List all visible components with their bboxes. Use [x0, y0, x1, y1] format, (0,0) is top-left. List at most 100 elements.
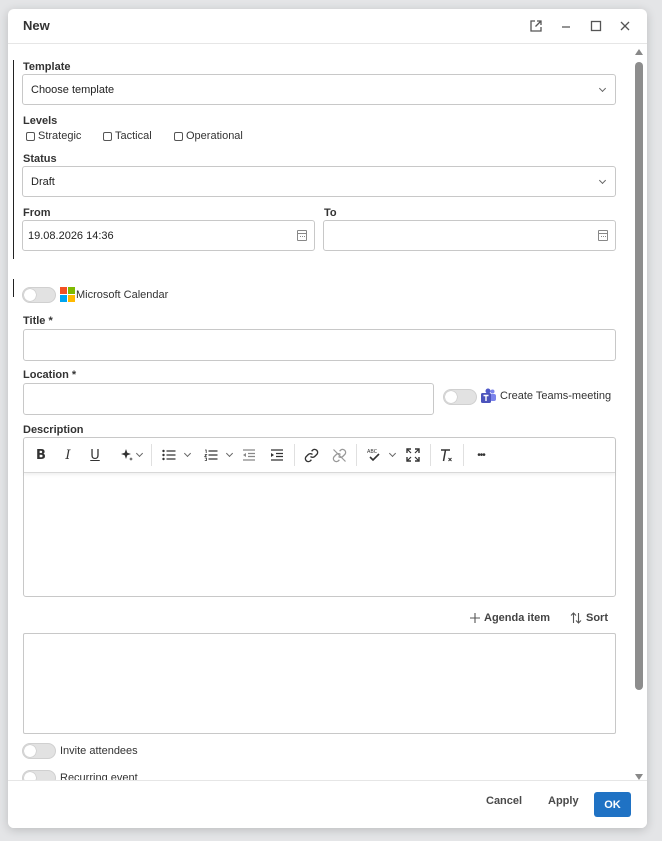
microsoft-calendar-toggle[interactable]	[22, 287, 56, 303]
sparkle-icon	[121, 449, 133, 461]
levels-label: Levels	[23, 115, 58, 127]
chevron-down-icon	[388, 449, 397, 458]
maximize-icon[interactable]	[587, 17, 605, 35]
add-agenda-item-button[interactable]: Agenda item	[470, 612, 550, 624]
chevron-down-icon	[135, 449, 144, 458]
svg-text:ABC: ABC	[367, 449, 378, 455]
unlink-icon	[332, 448, 346, 462]
calendar-icon[interactable]	[598, 230, 608, 241]
vertical-scrollbar[interactable]	[633, 47, 645, 782]
toggle-knob	[24, 772, 36, 780]
checkbox-box[interactable]	[174, 131, 183, 141]
outdent-button[interactable]	[241, 447, 257, 463]
ai-assist-button[interactable]	[118, 447, 144, 463]
bulleted-list-button[interactable]	[159, 447, 193, 463]
teams-meeting-label: Create Teams-meeting	[500, 390, 612, 402]
apply-button[interactable]: Apply	[548, 795, 579, 807]
underline-button[interactable]: U	[88, 447, 102, 463]
level-operational-checkbox[interactable]: Operational	[174, 130, 243, 142]
microsoft-logo-icon	[60, 287, 75, 302]
sort-label: Sort	[586, 612, 608, 624]
more-tools-button[interactable]: •••	[470, 447, 492, 463]
toolbar-divider	[294, 444, 295, 466]
sort-icon	[570, 612, 582, 624]
title-label: Title *	[23, 315, 53, 327]
sort-agenda-button[interactable]: Sort	[570, 612, 608, 624]
cancel-button[interactable]: Cancel	[486, 795, 522, 807]
chevron-down-icon	[183, 449, 192, 458]
editor-toolbar: B I U ABC •••	[24, 438, 615, 473]
toggle-knob	[24, 289, 36, 301]
spellcheck-button[interactable]: ABC	[364, 447, 398, 463]
spellcheck-icon: ABC	[367, 449, 380, 462]
microsoft-calendar-label: Microsoft Calendar	[76, 289, 169, 301]
invite-attendees-label: Invite attendees	[60, 745, 138, 757]
from-label: From	[23, 207, 51, 219]
bulleted-list-icon	[162, 449, 176, 461]
to-datetime-input[interactable]	[323, 220, 616, 251]
template-value: Choose template	[31, 84, 115, 96]
toolbar-divider	[430, 444, 431, 466]
calendar-icon[interactable]	[297, 230, 307, 241]
location-input[interactable]	[23, 383, 434, 415]
recurring-event-toggle[interactable]	[22, 770, 56, 780]
bold-button[interactable]: B	[34, 447, 48, 463]
indent-button[interactable]	[269, 447, 285, 463]
fullscreen-icon	[406, 448, 420, 462]
section-marker	[13, 279, 14, 297]
title-input[interactable]	[23, 329, 616, 361]
dialog-titlebar: New	[8, 9, 647, 44]
chevron-down-icon	[225, 449, 234, 458]
template-label: Template	[23, 61, 71, 73]
link-icon	[304, 448, 318, 462]
numbered-list-button[interactable]	[201, 447, 235, 463]
from-datetime-input[interactable]: 19.08.2026 14:36	[22, 220, 315, 251]
checkbox-label: Tactical	[115, 130, 152, 142]
location-label: Location *	[23, 369, 77, 381]
toolbar-divider	[151, 444, 152, 466]
new-item-dialog: New Template Choose template Levels Stra…	[8, 9, 647, 828]
level-tactical-checkbox[interactable]: Tactical	[103, 130, 152, 142]
teams-icon	[480, 388, 497, 407]
dialog-title: New	[23, 18, 50, 33]
status-value: Draft	[31, 176, 55, 188]
chevron-down-icon	[598, 176, 607, 185]
clear-formatting-button[interactable]	[438, 447, 454, 463]
ok-button[interactable]: OK	[594, 792, 631, 817]
italic-button[interactable]: I	[61, 447, 75, 463]
scroll-up-arrow-icon[interactable]	[635, 49, 643, 55]
status-label: Status	[23, 153, 57, 165]
toggle-knob	[24, 745, 36, 757]
checkbox-box[interactable]	[103, 131, 112, 141]
description-editor[interactable]: B I U ABC •••	[23, 437, 616, 597]
toolbar-divider	[356, 444, 357, 466]
checkbox-box[interactable]	[26, 131, 35, 141]
add-agenda-item-label: Agenda item	[484, 612, 551, 624]
status-select[interactable]: Draft	[22, 166, 616, 197]
dialog-footer: Cancel Apply OK	[8, 780, 647, 828]
external-link-icon[interactable]	[527, 17, 545, 35]
insert-link-button[interactable]	[303, 447, 319, 463]
template-select[interactable]: Choose template	[22, 74, 616, 105]
scrollbar-thumb[interactable]	[635, 62, 643, 690]
description-label: Description	[23, 424, 84, 436]
plus-icon	[470, 613, 480, 623]
level-strategic-checkbox[interactable]: Strategic	[26, 130, 81, 142]
fullscreen-button[interactable]	[405, 447, 421, 463]
numbered-list-icon	[204, 449, 218, 461]
dialog-content: Template Choose template Levels Strategi…	[8, 45, 647, 780]
teams-meeting-toggle[interactable]	[443, 389, 477, 405]
indent-icon	[271, 449, 283, 461]
minimize-icon[interactable]	[557, 17, 575, 35]
to-label: To	[324, 207, 337, 219]
invite-attendees-toggle[interactable]	[22, 743, 56, 759]
close-icon[interactable]	[616, 17, 634, 35]
recurring-event-label: Recurring event	[60, 772, 138, 780]
chevron-down-icon	[598, 84, 607, 93]
remove-link-button[interactable]	[331, 447, 347, 463]
checkbox-label: Strategic	[38, 130, 82, 142]
toggle-knob	[445, 391, 457, 403]
from-value: 19.08.2026 14:36	[28, 230, 114, 242]
toolbar-divider	[463, 444, 464, 466]
agenda-list[interactable]	[23, 633, 616, 734]
